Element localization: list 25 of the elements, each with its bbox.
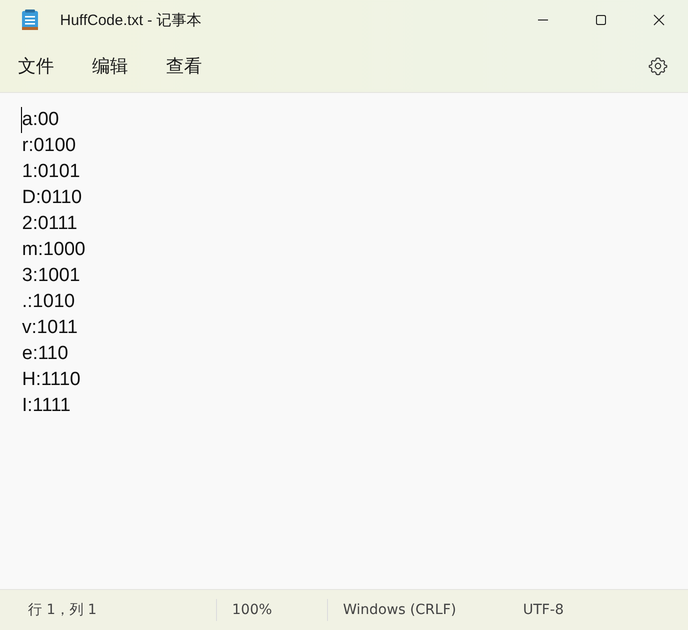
text-line: r:0100 — [22, 134, 77, 158]
settings-icon[interactable] — [648, 56, 668, 76]
menu-item[interactable]: 文件 — [6, 48, 66, 84]
text-editor[interactable]: a:00 r:0100 1:0101 D:0110 2:0111 m:1000 3:1001 .:1010 v:1011 e:110 H:1110 I:1111 — [0, 93, 688, 589]
text-line: a:00 — [21, 107, 59, 133]
text-line: .:1010 — [22, 290, 76, 314]
text-line: 1:0101 — [22, 160, 82, 184]
close-icon — [653, 14, 665, 26]
notepad-icon — [21, 9, 39, 31]
menu-item[interactable]: 查看 — [154, 48, 214, 84]
text-line: 3:1001 — [22, 264, 82, 288]
maximize-icon — [595, 14, 607, 26]
text-line: m:1000 — [22, 238, 86, 262]
status-item: 100% — [217, 599, 328, 621]
text-line: D:0110 — [22, 186, 83, 210]
text-line: v:1011 — [22, 316, 79, 340]
text-line: I:1111 — [22, 394, 72, 418]
status-item: UTF-8 — [522, 601, 565, 620]
menu-item[interactable]: 编辑 — [80, 48, 140, 84]
text-line: H:1110 — [22, 368, 82, 392]
text-line: e:110 — [22, 342, 70, 366]
status-item: 行 1，列 1 — [0, 599, 217, 621]
status-item: Windows (CRLF) — [342, 601, 458, 620]
text-line: 2:0111 — [22, 212, 78, 236]
window-title: HuffCode.txt - 记事本 — [60, 10, 202, 30]
